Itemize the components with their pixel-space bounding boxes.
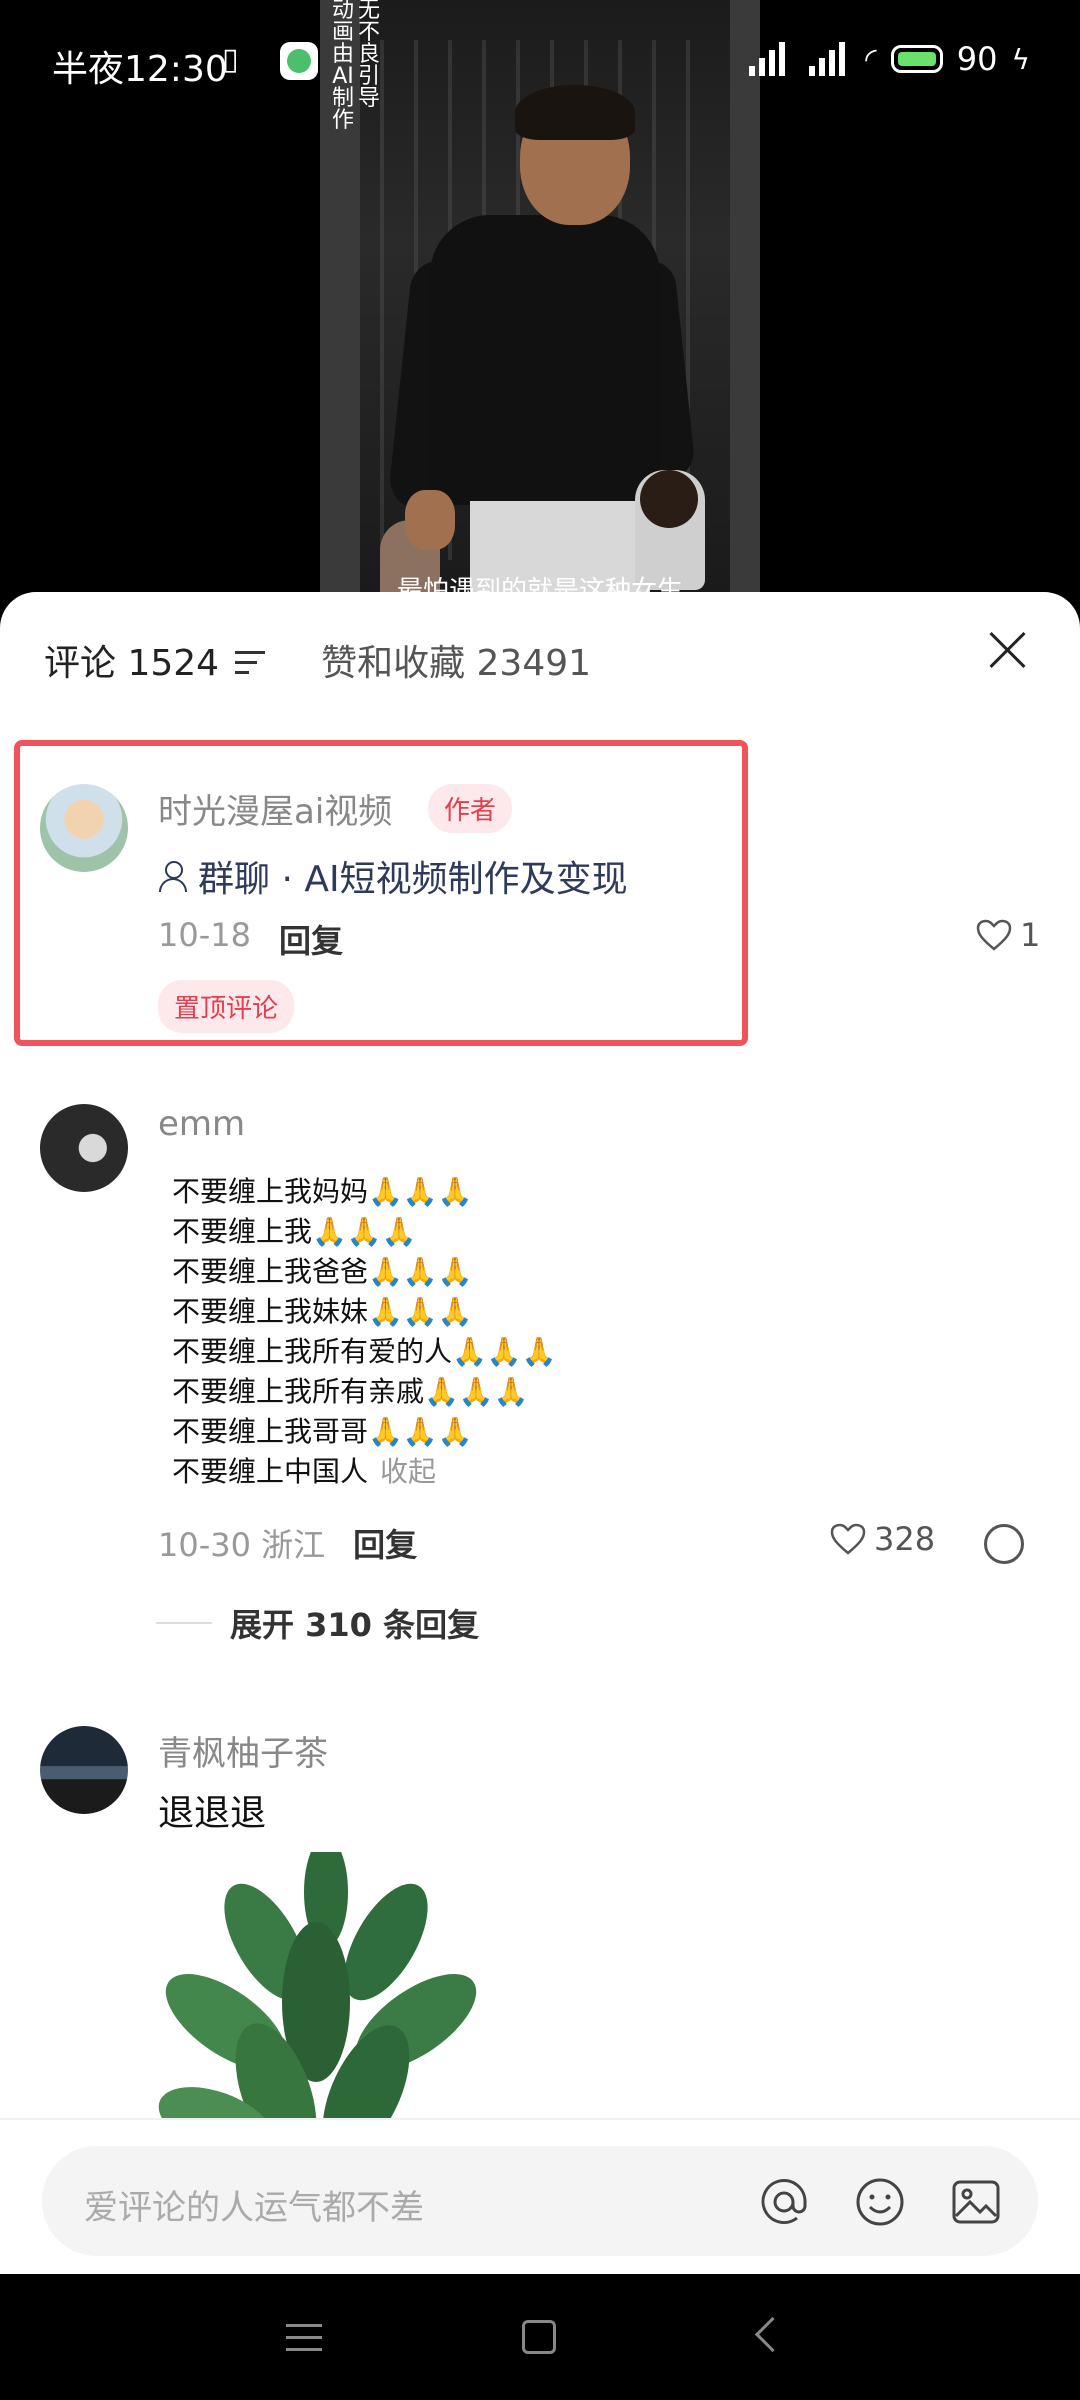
comment-line: 不要缠上我哥哥🙏🙏🙏 xyxy=(172,1415,473,1448)
heart-icon xyxy=(976,919,1012,951)
group-chat-icon xyxy=(158,861,188,892)
status-right: ◜ 90 ϟ xyxy=(745,40,1030,78)
battery-level: 90 xyxy=(956,40,998,78)
comment-line: 不要缠上我🙏🙏🙏 xyxy=(172,1215,417,1248)
comment-author[interactable]: 青枫柚子茶 xyxy=(158,1726,328,1775)
sort-icon[interactable] xyxy=(235,651,266,675)
expand-replies-button[interactable]: 展开 310 条回复 xyxy=(156,1600,479,1646)
signal-icon xyxy=(745,42,791,76)
emoji-icon[interactable] xyxy=(854,2176,906,2228)
avatar[interactable] xyxy=(40,1104,128,1192)
signal-icon xyxy=(805,42,851,76)
image-icon[interactable] xyxy=(950,2176,1002,2228)
heart-icon xyxy=(830,1523,866,1555)
close-icon[interactable] xyxy=(988,630,1028,670)
comment-input-bar: 爱评论的人运气都不差 xyxy=(0,2118,1080,2276)
comment-meta: 10-30 浙江 回复 xyxy=(158,1520,417,1566)
back-icon[interactable] xyxy=(754,2316,791,2353)
sheet-tabs: 评论 1524 赞和收藏 23491 xyxy=(44,634,591,686)
mention-icon[interactable] xyxy=(758,2176,810,2228)
comment-line: 不要缠上我爸爸🙏🙏🙏 xyxy=(172,1255,473,1288)
comment-author[interactable]: 时光漫屋ai视频 xyxy=(158,784,392,833)
comment-line: 不要缠上中国人 xyxy=(172,1455,369,1488)
video-child-head xyxy=(640,470,698,528)
tab-likes-favorites[interactable]: 赞和收藏 23491 xyxy=(321,634,591,686)
menu-icon[interactable] xyxy=(286,2324,322,2352)
charging-icon: ϟ xyxy=(1011,42,1030,76)
like-count: 328 xyxy=(874,1520,936,1558)
video-figure-belt xyxy=(470,485,650,501)
status-bar: 半夜12:30 ▯ ◜ 90 ϟ xyxy=(0,0,1080,128)
comments-sheet: 评论 1524 赞和收藏 23491 时光漫屋ai视频 作者 群聊 · AI短视… xyxy=(0,592,1080,2272)
avatar[interactable] xyxy=(40,784,128,872)
video-figure-hand xyxy=(405,490,455,550)
vibrate-icon: ▯ xyxy=(222,42,239,77)
group-chat-link[interactable]: 群聊 · AI短视频制作及变现 xyxy=(158,850,628,902)
comment-line: 不要缠上我妹妹🙏🙏🙏 xyxy=(172,1295,473,1328)
home-icon[interactable] xyxy=(522,2320,556,2354)
comment-line: 不要缠上我所有亲戚🙏🙏🙏 xyxy=(172,1375,529,1408)
comment-input-placeholder: 爱评论的人运气都不差 xyxy=(84,2188,424,2228)
app-notification-icon xyxy=(280,42,318,80)
wifi-icon: ◜ xyxy=(865,41,877,77)
tab-comments[interactable]: 评论 1524 xyxy=(44,634,219,686)
pinned-badge: 置顶评论 xyxy=(158,980,295,1033)
reply-button[interactable]: 回复 xyxy=(279,916,343,962)
comment-input[interactable]: 爱评论的人运气都不差 xyxy=(42,2146,1038,2256)
video-figure-body xyxy=(430,215,660,505)
comment-date: 10-30 浙江 xyxy=(158,1526,326,1564)
avatar[interactable] xyxy=(40,1726,128,1814)
collapse-button[interactable]: 收起 xyxy=(380,1455,436,1488)
system-nav-bar xyxy=(0,2274,1080,2400)
comment-line: 不要缠上我妈妈🙏🙏🙏 xyxy=(172,1175,473,1208)
like-button[interactable]: 1 xyxy=(976,916,1040,954)
comment-body: 不要缠上我妈妈🙏🙏🙏 不要缠上我🙏🙏🙏 不要缠上我爸爸🙏🙏🙏 不要缠上我妹妹🙏🙏… xyxy=(172,1172,557,1492)
reply-button[interactable]: 回复 xyxy=(353,1520,417,1566)
battery-icon xyxy=(890,45,943,73)
status-time: 半夜12:30 xyxy=(52,49,228,90)
comment-date: 10-18 xyxy=(158,916,251,954)
comment-meta: 10-18 回复 xyxy=(158,916,343,962)
like-count: 1 xyxy=(1020,916,1041,954)
like-button[interactable]: 328 xyxy=(830,1520,935,1558)
group-chat-label: 群聊 · AI短视频制作及变现 xyxy=(198,859,628,900)
comment-body: 退退退 xyxy=(158,1793,267,1834)
author-badge: 作者 xyxy=(428,784,513,833)
comment-line: 不要缠上我所有爱的人🙏🙏🙏 xyxy=(172,1335,557,1368)
comment-author[interactable]: emm xyxy=(158,1104,245,1144)
emoji-reaction-icon[interactable] xyxy=(984,1524,1024,1564)
